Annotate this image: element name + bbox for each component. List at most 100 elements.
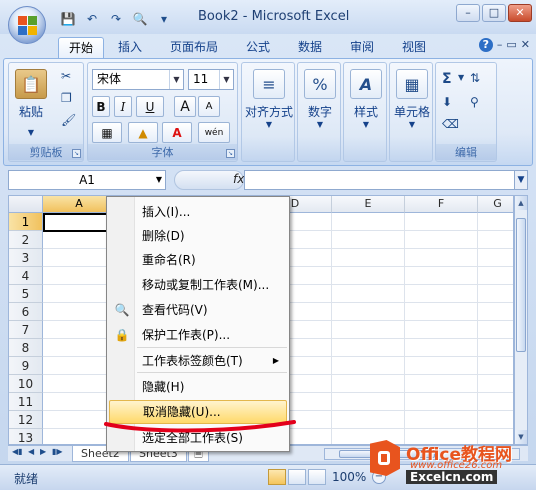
active-cell[interactable]	[43, 213, 115, 232]
font-size-value: 11	[193, 72, 209, 86]
help-icon[interactable]: ?	[478, 38, 493, 52]
font-launcher-icon[interactable]: ↘	[226, 149, 235, 158]
row-header-4[interactable]: 4	[9, 267, 43, 285]
vertical-scrollbar[interactable]: ▲ ▼	[514, 195, 528, 445]
qat-dropdown[interactable]: ▾	[154, 10, 174, 28]
name-box[interactable]: A1 ▼	[8, 170, 166, 190]
cut-icon[interactable]: ✂	[61, 69, 71, 83]
styles-button[interactable]: A 样式 ▼	[346, 69, 386, 129]
menu-item-5[interactable]: 🔒 保护工作表(P)...	[109, 323, 287, 347]
menu-item-label: 重命名(R)	[142, 253, 196, 267]
row-header-2[interactable]: 2	[9, 231, 43, 249]
last-sheet-icon[interactable]: ▮▶	[52, 447, 63, 456]
shrink-font-button[interactable]: A	[198, 96, 220, 117]
row-header-12[interactable]: 12	[9, 411, 43, 429]
find-select-icon[interactable]: ⚲	[470, 95, 479, 109]
cells-button[interactable]: ▦ 单元格 ▼	[390, 69, 434, 129]
tab-page-layout[interactable]: 页面布局	[160, 37, 228, 58]
copy-icon[interactable]: ❐	[61, 91, 72, 105]
minimize-button[interactable]: –	[456, 4, 480, 22]
font-size-select[interactable]: 11 ▼	[188, 69, 234, 90]
menu-item-6[interactable]: 工作表标签颜色(T) ▶	[109, 349, 287, 373]
row-header-11[interactable]: 11	[9, 393, 43, 411]
vertical-scroll-thumb[interactable]	[516, 218, 526, 352]
office-button[interactable]	[8, 6, 46, 44]
fill-icon[interactable]: ⬇	[442, 95, 452, 109]
ribbon-tabs: 开始 插入 页面布局 公式 数据 审阅 视图	[0, 34, 536, 58]
menu-item-8[interactable]: 取消隐藏(U)...	[109, 400, 287, 424]
column-header-f[interactable]: F	[405, 196, 478, 213]
page-break-view-icon[interactable]	[308, 469, 326, 485]
row-header-10[interactable]: 10	[9, 375, 43, 393]
grow-font-button[interactable]: A	[174, 96, 196, 117]
row-header-1[interactable]: 1	[9, 213, 43, 231]
row-header-3[interactable]: 3	[9, 249, 43, 267]
undo-icon[interactable]: ↶	[82, 10, 102, 28]
quick-access-toolbar: 💾 ↶ ↷ 🔍 ▾	[58, 9, 174, 29]
page-layout-view-icon[interactable]	[288, 469, 306, 485]
row-header-5[interactable]: 5	[9, 285, 43, 303]
bold-button[interactable]: B	[92, 96, 110, 117]
row-header-13[interactable]: 13	[9, 429, 43, 444]
borders-button[interactable]: ▦	[92, 122, 122, 143]
ribbon-restore-button[interactable]: ▭	[506, 38, 516, 52]
clipboard-launcher-icon[interactable]: ↘	[72, 149, 81, 158]
tab-review[interactable]: 审阅	[340, 37, 384, 58]
font-color-button[interactable]: A	[162, 122, 192, 143]
prev-sheet-icon[interactable]: ◀	[28, 447, 34, 456]
tab-home[interactable]: 开始	[58, 37, 105, 58]
menu-item-0[interactable]: 插入(I)...	[109, 200, 287, 224]
normal-view-icon[interactable]	[268, 469, 286, 485]
redo-icon[interactable]: ↷	[106, 10, 126, 28]
close-button[interactable]: ✕	[508, 4, 532, 22]
column-header-e[interactable]: E	[332, 196, 405, 213]
tab-insert[interactable]: 插入	[108, 37, 152, 58]
maximize-button[interactable]: □	[482, 4, 506, 22]
borders-icon: ▦	[101, 125, 113, 140]
group-cells: ▦ 单元格 ▼	[389, 62, 433, 162]
tab-view[interactable]: 视图	[392, 37, 436, 58]
zoom-level[interactable]: 100%	[332, 470, 366, 484]
insert-function-button[interactable]: fx	[233, 172, 244, 186]
scroll-up-icon[interactable]: ▲	[515, 196, 527, 210]
underline-button[interactable]: U	[136, 96, 164, 117]
column-header-g[interactable]: G	[478, 196, 513, 213]
font-name-select[interactable]: 宋体 ▼	[92, 69, 184, 90]
menu-separator	[137, 372, 287, 373]
number-button[interactable]: % 数字 ▼	[300, 69, 340, 129]
print-preview-icon[interactable]: 🔍	[130, 10, 150, 28]
menu-item-4[interactable]: 🔍 查看代码(V)	[109, 298, 287, 322]
menu-item-1[interactable]: 删除(D)	[109, 224, 287, 248]
sort-filter-icon[interactable]: ⇅	[470, 71, 480, 85]
menu-item-2[interactable]: 重命名(R)	[109, 248, 287, 272]
fill-color-button[interactable]: ▲	[128, 122, 158, 143]
format-painter-icon[interactable]: 🖌	[61, 113, 76, 127]
menu-item-7[interactable]: 隐藏(H)	[109, 375, 287, 399]
row-header-8[interactable]: 8	[9, 339, 43, 357]
phonetic-button[interactable]: wén	[198, 122, 230, 143]
select-all-corner[interactable]	[9, 196, 43, 213]
clear-icon[interactable]: ⌫	[442, 117, 459, 131]
row-header-9[interactable]: 9	[9, 357, 43, 375]
autosum-button[interactable]: Σ	[442, 71, 452, 87]
formula-input[interactable]	[244, 170, 516, 190]
tab-formulas[interactable]: 公式	[236, 37, 280, 58]
menu-item-label: 选定全部工作表(S)	[142, 431, 243, 445]
row-header-7[interactable]: 7	[9, 321, 43, 339]
expand-formula-icon[interactable]: ▼	[514, 170, 528, 190]
ribbon-window-controls: ? – ▭ ✕	[478, 38, 530, 52]
tab-data[interactable]: 数据	[288, 37, 332, 58]
next-sheet-icon[interactable]: ▶	[40, 447, 46, 456]
italic-button[interactable]: I	[114, 96, 132, 117]
menu-item-label: 隐藏(H)	[142, 380, 185, 394]
paste-button[interactable]: 📋 粘贴 ▼	[13, 69, 49, 137]
alignment-button[interactable]: ≡ 对齐方式 ▼	[244, 69, 294, 129]
first-sheet-icon[interactable]: ◀▮	[12, 447, 23, 456]
save-icon[interactable]: 💾	[58, 10, 78, 28]
ribbon-minimize-button[interactable]: –	[497, 38, 503, 52]
ribbon-close-button[interactable]: ✕	[521, 38, 530, 52]
row-header-6[interactable]: 6	[9, 303, 43, 321]
menu-item-3[interactable]: 移动或复制工作表(M)...	[109, 273, 287, 297]
menu-item-9[interactable]: 选定全部工作表(S)	[109, 426, 287, 450]
menu-separator	[137, 347, 287, 348]
